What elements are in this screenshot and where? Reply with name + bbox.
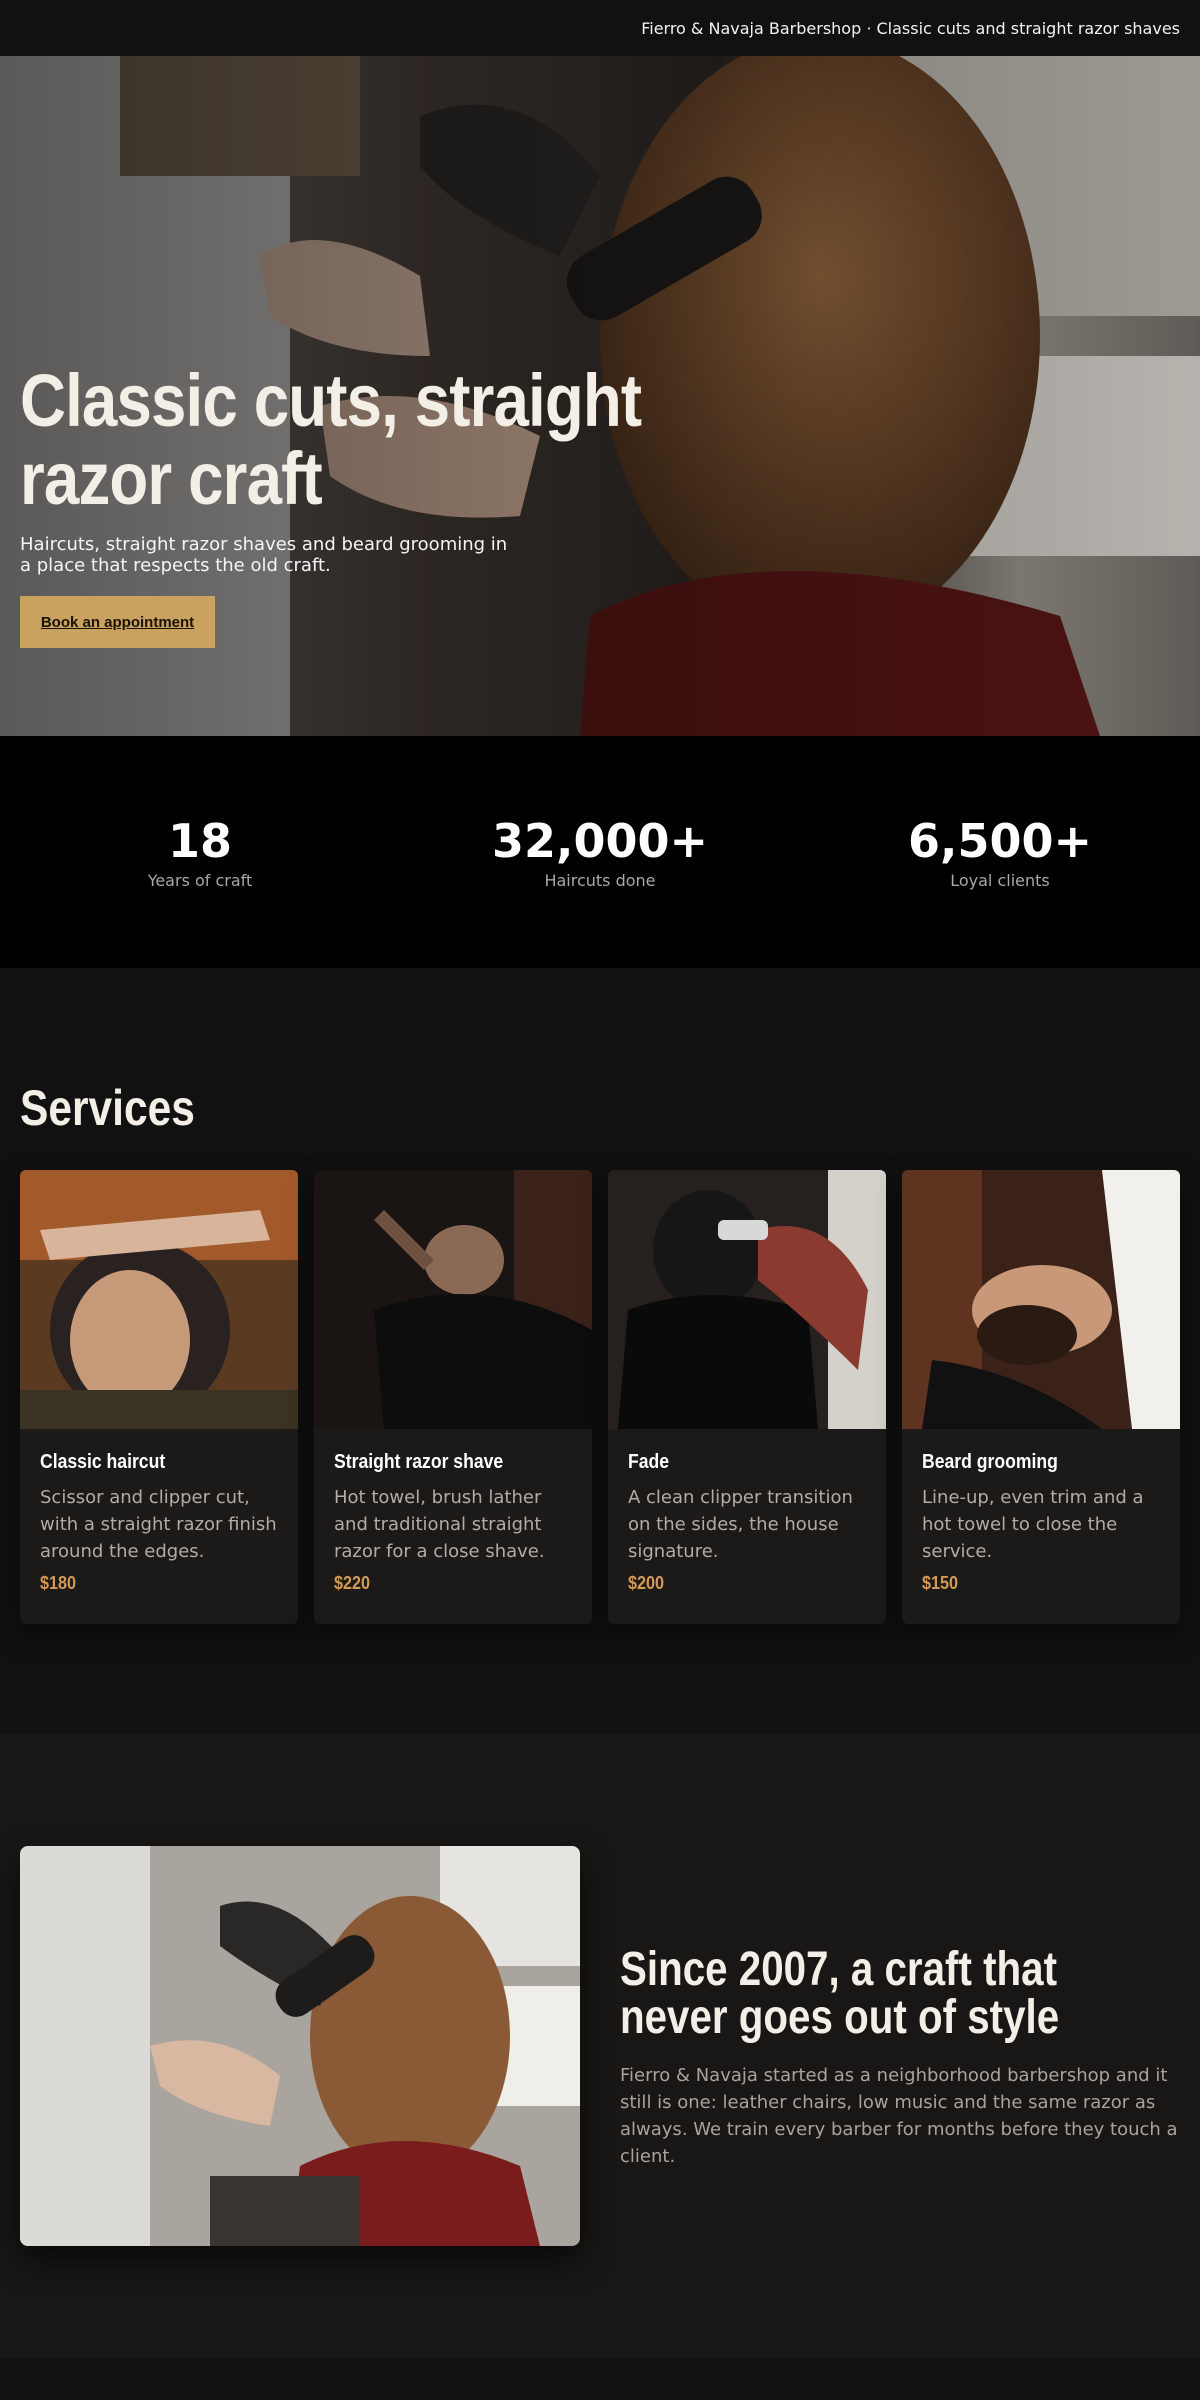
service-cards: Classic haircut Scissor and clipper cut,… xyxy=(20,1170,1180,1624)
service-price: $180 xyxy=(40,1573,77,1593)
service-description: A clean clipper transition on the sides,… xyxy=(628,1487,853,1562)
service-photo xyxy=(314,1170,592,1429)
about-photo-image xyxy=(20,1846,580,2246)
book-appointment-button[interactable]: Book an appointment xyxy=(20,596,215,648)
service-card-classic-haircut[interactable]: Classic haircut Scissor and clipper cut,… xyxy=(20,1170,298,1624)
about-body: Fierro & Navaja started as a neighborhoo… xyxy=(620,2065,1178,2167)
services-section: Services Classic haircut Scissor and cli… xyxy=(0,968,1200,1734)
hero-section: Classic cuts, straight razor craft Hairc… xyxy=(0,56,1200,736)
about-photo xyxy=(20,1846,580,2246)
service-title: Beard grooming xyxy=(922,1451,1058,1473)
site-tagline: Fierro & Navaja Barbershop · Classic cut… xyxy=(641,18,1180,38)
hero-subtitle: Haircuts, straight razor shaves and bear… xyxy=(20,534,508,576)
service-photo xyxy=(608,1170,886,1429)
stat-value: 18 xyxy=(167,813,232,868)
stat-label: Years of craft xyxy=(147,870,253,890)
stat-haircuts: 32,000+ Haircuts done xyxy=(400,736,800,968)
service-price: $150 xyxy=(922,1573,959,1593)
footer-strip xyxy=(0,2358,1200,2400)
stat-years: 18 Years of craft xyxy=(0,736,400,968)
service-photo xyxy=(20,1170,298,1429)
about-title: Since 2007, a craft that never goes out … xyxy=(620,1943,1060,2044)
stat-value: 6,500+ xyxy=(907,813,1093,868)
stat-clients: 6,500+ Loyal clients xyxy=(800,736,1200,968)
service-title: Fade xyxy=(628,1451,670,1473)
hero-title: Classic cuts, straight razor craft xyxy=(20,359,642,520)
service-description: Line-up, even trim and a hot towel to cl… xyxy=(922,1487,1144,1562)
stat-label: Haircuts done xyxy=(544,870,656,890)
service-photo xyxy=(902,1170,1180,1429)
service-card-beard-grooming[interactable]: Beard grooming Line-up, even trim and a … xyxy=(902,1170,1180,1624)
stat-value: 32,000+ xyxy=(491,813,709,868)
about-text: Since 2007, a craft that never goes out … xyxy=(620,1946,1180,2170)
about-section: Since 2007, a craft that never goes out … xyxy=(0,1734,1200,2358)
service-title: Straight razor shave xyxy=(334,1451,504,1473)
service-description: Hot towel, brush lather and traditional … xyxy=(334,1487,545,1562)
stats-section: 18 Years of craft 32,000+ Haircuts done … xyxy=(0,736,1200,968)
service-card-fade[interactable]: Fade A clean clipper transition on the s… xyxy=(608,1170,886,1624)
top-bar: Fierro & Navaja Barbershop · Classic cut… xyxy=(0,0,1200,56)
stat-label: Loyal clients xyxy=(950,870,1050,890)
service-card-straight-razor-shave[interactable]: Straight razor shave Hot towel, brush la… xyxy=(314,1170,592,1624)
services-title: Services xyxy=(20,1080,195,1136)
hero-content: Classic cuts, straight razor craft Hairc… xyxy=(20,362,820,648)
service-price: $200 xyxy=(628,1573,665,1593)
service-price: $220 xyxy=(334,1573,371,1593)
service-title: Classic haircut xyxy=(40,1451,166,1473)
service-description: Scissor and clipper cut, with a straight… xyxy=(40,1487,277,1562)
